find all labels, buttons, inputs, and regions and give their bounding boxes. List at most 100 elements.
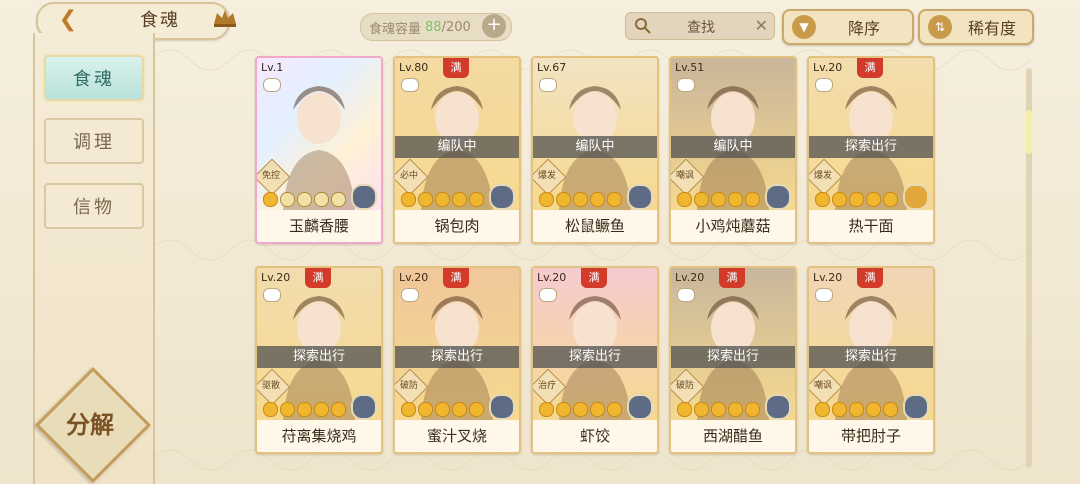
food-soul-card[interactable]: Lv.67 编队中 爆发 松鼠鳜鱼: [531, 56, 659, 244]
star-icon: [677, 402, 692, 417]
element-icon: [489, 184, 515, 210]
level-label: Lv.20: [261, 271, 291, 284]
star-rating: [539, 402, 622, 417]
character-name: 带把肘子: [809, 420, 933, 452]
max-badge: 满: [443, 268, 469, 288]
star-icon: [832, 192, 847, 207]
sidebar-item-label: 信物: [73, 197, 115, 218]
element-icon: [351, 184, 377, 210]
star-icon: [815, 402, 830, 417]
star-icon: [280, 402, 295, 417]
sort-order-button[interactable]: ▼ 降序: [782, 9, 914, 45]
food-soul-card[interactable]: Lv.20 满探索出行 驱散 苻离集烧鸡: [255, 266, 383, 454]
speech-bubble-icon: [401, 288, 419, 302]
sort-by-button[interactable]: ⇅ 稀有度: [918, 9, 1034, 45]
food-soul-card[interactable]: Lv.20 满探索出行 嘲讽 带把肘子: [807, 266, 935, 454]
speech-bubble-icon: [677, 288, 695, 302]
element-icon: [627, 394, 653, 420]
star-icon: [418, 402, 433, 417]
role-label: 免控: [261, 171, 280, 181]
star-icon: [590, 402, 605, 417]
sidebar-item-cooking[interactable]: 调理: [44, 118, 144, 164]
food-soul-card[interactable]: Lv.20 满探索出行 爆发 热干面: [807, 56, 935, 244]
star-icon: [418, 192, 433, 207]
status-banner: 探索出行: [809, 346, 933, 368]
character-name: 蜜汁叉烧: [395, 420, 519, 452]
star-icon: [745, 402, 760, 417]
speech-bubble-icon: [539, 288, 557, 302]
star-icon: [401, 192, 416, 207]
search-icon: [635, 18, 651, 34]
status-banner: 探索出行: [395, 346, 519, 368]
star-icon: [331, 192, 346, 207]
star-rating: [815, 192, 898, 207]
character-name: 松鼠鳜鱼: [533, 210, 657, 242]
back-button[interactable]: ❮: [46, 4, 90, 34]
level-label: Lv.20: [675, 271, 705, 284]
speech-bubble-icon: [263, 288, 281, 302]
star-icon: [677, 192, 692, 207]
sidebar-item-token[interactable]: 信物: [44, 183, 144, 229]
element-icon: [351, 394, 377, 420]
star-rating: [263, 402, 346, 417]
sidebar-item-food-soul[interactable]: 食魂: [44, 55, 144, 101]
star-icon: [883, 402, 898, 417]
star-icon: [297, 192, 312, 207]
star-rating: [539, 192, 622, 207]
status-banner: 探索出行: [809, 136, 933, 158]
star-rating: [401, 402, 484, 417]
max-badge: 满: [305, 268, 331, 288]
character-name: 热干面: [809, 210, 933, 242]
status-banner: 探索出行: [257, 346, 381, 368]
level-label: Lv.20: [537, 271, 567, 284]
speech-bubble-icon: [815, 288, 833, 302]
star-icon: [849, 192, 864, 207]
status-banner: 编队中: [671, 136, 795, 158]
star-icon: [694, 192, 709, 207]
sidebar-item-label: 食魂: [73, 69, 115, 90]
add-capacity-button[interactable]: +: [482, 14, 506, 38]
food-soul-card[interactable]: Lv.20 满探索出行 治疗 虾饺: [531, 266, 659, 454]
max-badge: 满: [857, 58, 883, 78]
clear-icon[interactable]: ✕: [755, 16, 768, 35]
page-title: 食魂: [140, 10, 180, 31]
sort-by-label: 稀有度: [967, 19, 1016, 38]
character-name: 虾饺: [533, 420, 657, 452]
role-label: 驱散: [261, 381, 280, 391]
star-icon: [711, 192, 726, 207]
star-icon: [263, 402, 278, 417]
capacity-current: 88: [425, 19, 442, 35]
capacity-label: 食魂容量: [369, 21, 422, 37]
role-label: 嘲讽: [675, 171, 694, 181]
speech-bubble-icon: [401, 78, 419, 92]
star-icon: [815, 192, 830, 207]
search-box[interactable]: 查找 ✕: [625, 12, 775, 40]
food-soul-card[interactable]: Lv.20 满探索出行 破防 西湖醋鱼: [669, 266, 797, 454]
scrollbar-thumb[interactable]: [1026, 110, 1032, 154]
level-label: Lv.20: [399, 271, 429, 284]
star-icon: [401, 402, 416, 417]
star-icon: [452, 192, 467, 207]
role-label: 爆发: [537, 171, 556, 181]
level-label: Lv.51: [675, 61, 705, 74]
role-label: 破防: [675, 381, 694, 391]
star-rating: [401, 192, 484, 207]
star-icon: [849, 402, 864, 417]
star-icon: [435, 192, 450, 207]
food-soul-card[interactable]: Lv.20 满探索出行破防蜜汁叉烧: [393, 266, 521, 454]
max-badge: 满: [581, 268, 607, 288]
level-label: Lv.1: [261, 61, 284, 74]
food-soul-card[interactable]: Lv.80 满编队中 必中 锅包肉: [393, 56, 521, 244]
star-icon: [314, 192, 329, 207]
star-icon: [297, 402, 312, 417]
element-icon: [627, 184, 653, 210]
star-rating: [815, 402, 898, 417]
star-icon: [694, 402, 709, 417]
role-label: 治疗: [537, 381, 556, 391]
role-label: 破防: [399, 381, 418, 391]
food-soul-card[interactable]: Lv.1 免控 玉麟香腰: [255, 56, 383, 244]
element-icon: [765, 394, 791, 420]
star-icon: [711, 402, 726, 417]
food-soul-card[interactable]: Lv.51 编队中 嘲讽 小鸡炖蘑菇: [669, 56, 797, 244]
level-label: Lv.20: [813, 61, 843, 74]
